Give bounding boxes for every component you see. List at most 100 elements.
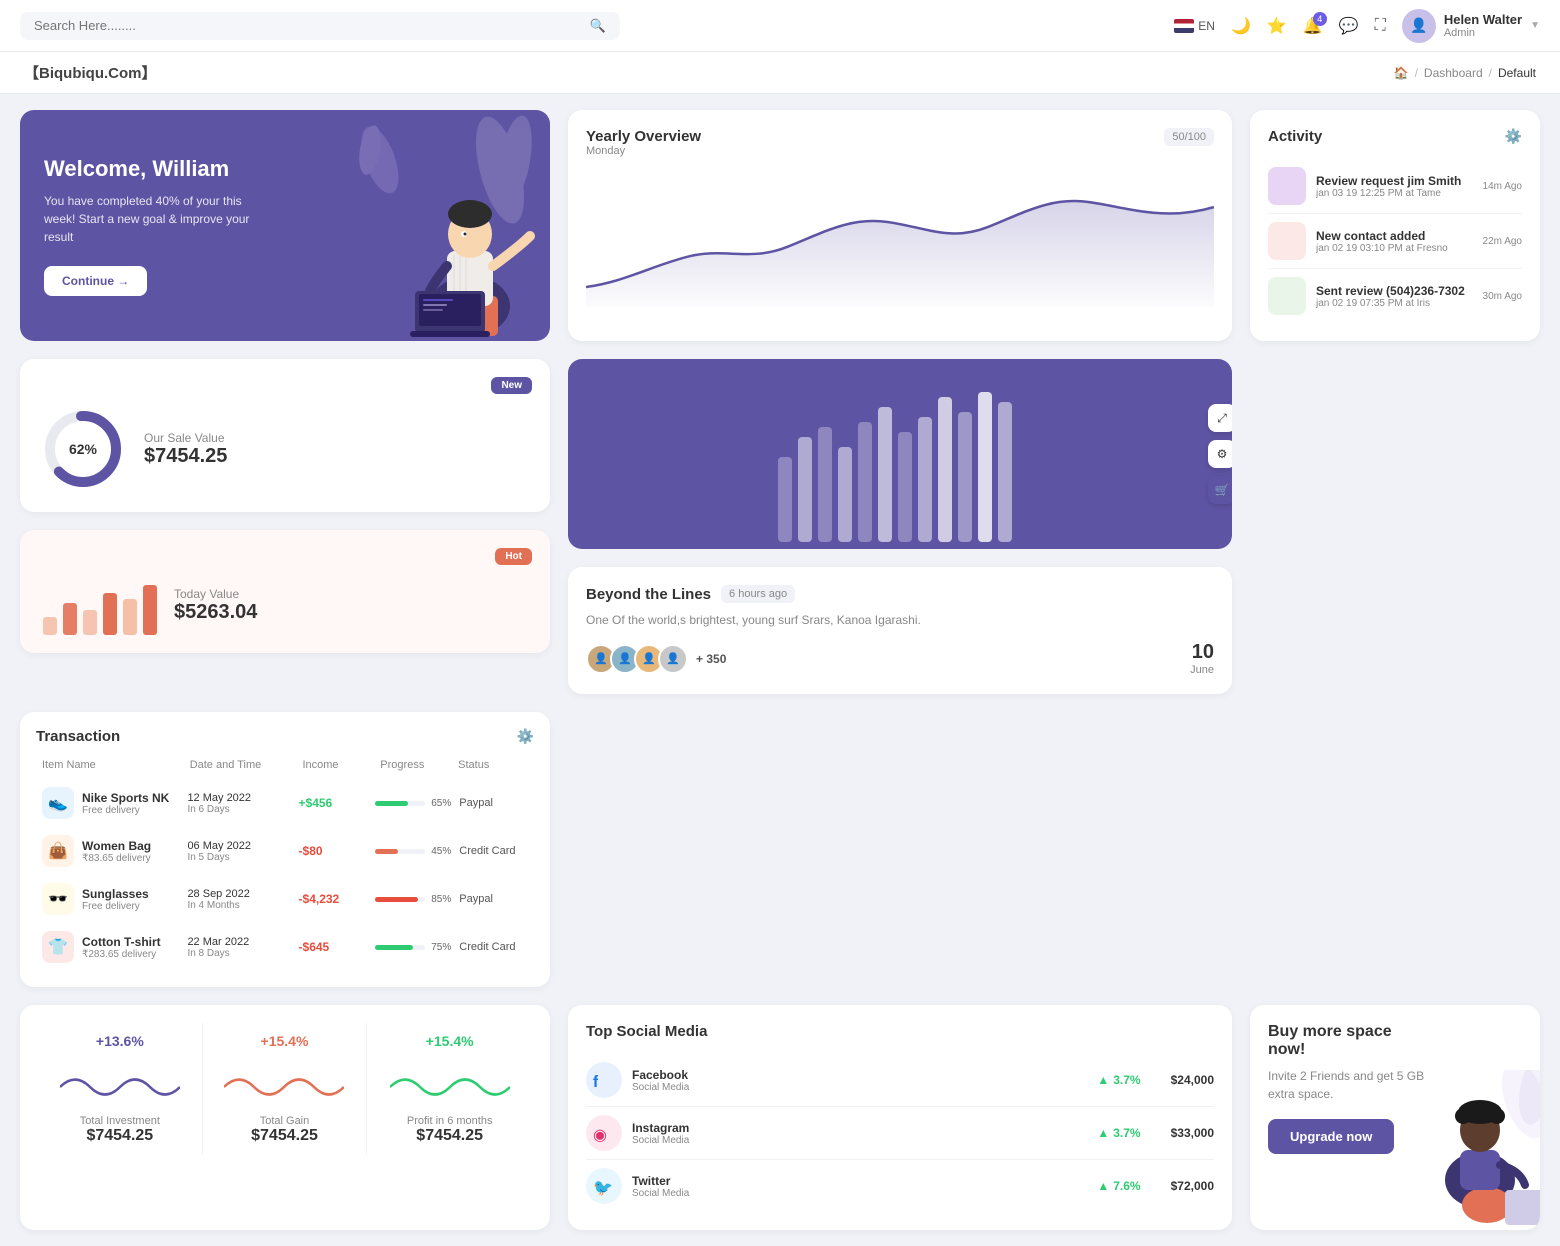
activity-settings-icon[interactable]: ⚙️ — [1505, 128, 1522, 145]
activity-text: New contact added jan 02 19 03:10 PM at … — [1316, 229, 1473, 254]
transaction-settings-icon[interactable]: ⚙️ — [517, 728, 534, 745]
flag-icon — [1174, 19, 1194, 33]
space-title: Buy more space now! — [1268, 1023, 1428, 1059]
beyond-title: Beyond the Lines — [586, 586, 711, 603]
activity-thumb — [1268, 222, 1306, 260]
nav-right: EN 🌙 ⭐ 🔔 4 💬 ⛶ 👤 Helen Walter Admin ▼ — [1174, 9, 1540, 43]
progress-col: 75% — [375, 942, 451, 953]
growth-percent: 7.6% — [1113, 1179, 1140, 1193]
user-role: Admin — [1444, 27, 1522, 39]
space-card: Buy more space now! Invite 2 Friends and… — [1250, 1005, 1540, 1230]
item-days: In 8 Days — [187, 948, 290, 959]
stat-label: Profit in 6 months — [407, 1115, 493, 1127]
item-date: 28 Sep 2022 — [187, 888, 290, 900]
item-date: 22 Mar 2022 — [187, 936, 290, 948]
user-details: Helen Walter Admin — [1444, 12, 1522, 39]
plus-count: + 350 — [696, 652, 726, 666]
mini-bar-chart — [38, 575, 158, 635]
stat-percent: +15.4% — [426, 1033, 474, 1049]
home-icon[interactable]: 🏠 — [1394, 66, 1409, 80]
social-media-card: Top Social Media 𝐟 Facebook Social Media… — [568, 1005, 1232, 1230]
chevron-down-icon: ▼ — [1530, 20, 1540, 31]
stat-item-1: +15.4% Total Gain $7454.25 — [203, 1023, 368, 1155]
bar-chart-card: ⤢ ⚙ 🛒 — [568, 359, 1232, 549]
welcome-subtitle: You have completed 40% of your this week… — [44, 192, 264, 246]
item-income: -$80 — [299, 844, 368, 858]
progress-label: 75% — [431, 942, 451, 953]
breadcrumb-dashboard[interactable]: Dashboard — [1424, 66, 1483, 80]
item-income: +$456 — [299, 796, 368, 810]
stats-grid: +13.6% Total Investment $7454.25 +15.4% … — [38, 1023, 532, 1155]
dark-mode-toggle[interactable]: 🌙 — [1231, 16, 1251, 36]
row-2: Transaction ⚙️ Item Name Date and Time I… — [20, 359, 1540, 987]
search-input[interactable] — [34, 18, 582, 33]
date-col: 28 Sep 2022 In 4 Months — [187, 888, 290, 911]
item-title: Women Bag — [82, 839, 151, 853]
beyond-time: 6 hours ago — [721, 585, 795, 603]
item-sub: Free delivery — [82, 901, 149, 912]
item-icon: 👟 — [42, 787, 74, 819]
row-1: Welcome, William You have completed 40% … — [20, 110, 1540, 341]
item-status: Paypal — [459, 893, 528, 905]
user-profile[interactable]: 👤 Helen Walter Admin ▼ — [1402, 9, 1540, 43]
item-title: Cotton T-shirt — [82, 935, 161, 949]
continue-button[interactable]: Continue → — [44, 266, 147, 296]
activity-text: Sent review (504)236-7302 jan 02 19 07:3… — [1316, 284, 1473, 309]
bar-chart-mini: Today Value $5263.04 — [38, 575, 532, 635]
item-status: Credit Card — [459, 845, 528, 857]
upgrade-button[interactable]: Upgrade now — [1268, 1119, 1394, 1154]
activity-thumb — [1268, 277, 1306, 315]
stats-card: +13.6% Total Investment $7454.25 +15.4% … — [20, 1005, 550, 1230]
activity-item-title: Review request jim Smith — [1316, 174, 1473, 188]
social-growth: ▲ 3.7% — [699, 1073, 1140, 1087]
date-col: 12 May 2022 In 6 Days — [187, 792, 290, 815]
progress-col: 85% — [375, 894, 451, 905]
social-amount: $33,000 — [1171, 1126, 1214, 1140]
social-sub: Social Media — [632, 1135, 689, 1146]
star-icon[interactable]: ⭐ — [1267, 16, 1287, 36]
item-name-col: 👕 Cotton T-shirt ₹283.65 delivery — [42, 931, 179, 963]
beyond-header: Beyond the Lines 6 hours ago — [586, 585, 1214, 603]
progress-fill — [375, 945, 413, 950]
fullscreen-icon[interactable]: ⛶ — [1375, 17, 1386, 35]
progress-fill — [375, 849, 398, 854]
social-name: Instagram — [632, 1121, 689, 1135]
breadcrumb-current: Default — [1498, 66, 1536, 80]
item-days: In 4 Months — [187, 900, 290, 911]
brand-logo: 【Biqubiqu.Com】 — [24, 62, 156, 83]
item-sub: ₹283.65 delivery — [82, 949, 161, 960]
item-income: -$4,232 — [299, 892, 368, 906]
chart-expand-icon[interactable]: ⤢ — [1208, 404, 1232, 432]
avatar-4: 👤 — [658, 644, 688, 674]
avatar-group: 👤 👤 👤 👤 — [586, 644, 688, 674]
progress-fill — [375, 801, 408, 806]
space-content: Buy more space now! Invite 2 Friends and… — [1268, 1023, 1428, 1154]
chat-icon[interactable]: 💬 — [1339, 16, 1359, 36]
growth-percent: 3.7% — [1113, 1126, 1140, 1140]
stat-value: $7454.25 — [251, 1127, 318, 1145]
item-icon: 👜 — [42, 835, 74, 867]
notification-bell[interactable]: 🔔 4 — [1303, 16, 1323, 36]
social-list: 𝐟 Facebook Social Media ▲ 3.7% $24,000 ◉… — [586, 1054, 1214, 1212]
activity-time: 14m Ago — [1483, 181, 1522, 192]
svg-text:𝐟: 𝐟 — [593, 1074, 599, 1091]
search-bar: 🔍 — [20, 12, 620, 40]
hot-badge: Hot — [495, 548, 532, 565]
table-row: 👟 Nike Sports NK Free delivery 12 May 20… — [36, 779, 534, 827]
chart-cart-icon[interactable]: 🛒 — [1208, 476, 1232, 504]
beyond-card: Beyond the Lines 6 hours ago One Of the … — [568, 567, 1232, 694]
stat-label: Total Gain — [260, 1115, 310, 1127]
table-row: 🕶️ Sunglasses Free delivery 28 Sep 2022 … — [36, 875, 534, 923]
date-number: 10 — [1190, 641, 1214, 664]
item-date: 12 May 2022 — [187, 792, 290, 804]
language-selector[interactable]: EN — [1174, 19, 1215, 33]
svg-text:◉: ◉ — [593, 1127, 607, 1144]
social-icon: 🐦 — [586, 1168, 622, 1204]
chart-settings-icon[interactable]: ⚙ — [1208, 440, 1232, 468]
social-growth: ▲ 3.7% — [699, 1126, 1140, 1140]
donut-chart: 62% — [38, 404, 128, 494]
donut-area: 62% Our Sale Value $7454.25 — [38, 404, 532, 494]
beyond-desc: One Of the world,s brightest, young surf… — [586, 611, 1214, 629]
breadcrumb-bar: 【Biqubiqu.Com】 🏠 / Dashboard / Default — [0, 52, 1560, 94]
stat-label: Total Investment — [80, 1115, 160, 1127]
